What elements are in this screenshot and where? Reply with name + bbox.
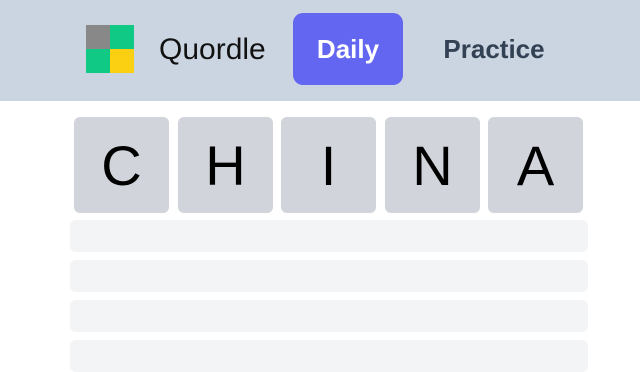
logo-square-green xyxy=(86,49,110,73)
empty-guess-row xyxy=(70,340,588,372)
letter-tile[interactable]: A xyxy=(488,117,583,213)
quordle-logo-icon[interactable] xyxy=(86,25,134,73)
letter-tile[interactable]: C xyxy=(74,117,169,213)
daily-button[interactable]: Daily xyxy=(293,13,403,85)
empty-guess-row xyxy=(70,300,588,332)
app-header: Quordle Daily Practice xyxy=(0,0,640,101)
logo-square-gray xyxy=(86,25,110,49)
letter-tile[interactable]: N xyxy=(385,117,480,213)
practice-button[interactable]: Practice xyxy=(424,13,564,85)
letter-tile[interactable]: I xyxy=(281,117,376,213)
empty-guess-row xyxy=(70,220,588,252)
brand-title[interactable]: Quordle xyxy=(159,30,266,70)
logo-square-green xyxy=(110,25,134,49)
logo-square-yellow xyxy=(110,49,134,73)
guess-row: C H I N A xyxy=(74,117,586,213)
empty-guess-row xyxy=(70,260,588,292)
letter-tile[interactable]: H xyxy=(178,117,273,213)
